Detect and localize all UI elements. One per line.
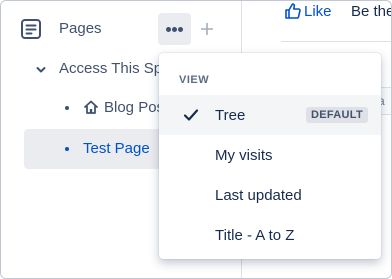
document-lines-icon bbox=[20, 18, 42, 40]
like-label: Like bbox=[304, 3, 332, 20]
menu-section-header: VIEW bbox=[179, 74, 210, 86]
more-horizontal-icon bbox=[166, 27, 171, 32]
like-info-text: Be the bbox=[351, 3, 392, 20]
tree-item-label: Test Page bbox=[83, 140, 150, 157]
pages-header: Pages bbox=[1, 11, 241, 47]
menu-item-label: Last updated bbox=[215, 187, 302, 204]
more-dot bbox=[172, 27, 177, 32]
view-dropdown-menu: VIEW Tree DEFAULT My visits Last updated… bbox=[159, 53, 381, 259]
bullet bbox=[65, 147, 69, 151]
more-actions-button[interactable] bbox=[158, 13, 191, 45]
menu-item-title-a-z[interactable]: Title - A to Z bbox=[159, 215, 381, 255]
tree-item-label: Access This Spa bbox=[59, 60, 171, 77]
menu-item-label: My visits bbox=[215, 147, 273, 164]
check-icon bbox=[183, 107, 199, 123]
plus-icon bbox=[201, 23, 213, 35]
home-icon bbox=[83, 99, 99, 115]
add-page-button[interactable] bbox=[197, 13, 217, 45]
thumbs-up-icon bbox=[284, 2, 302, 20]
menu-item-my-visits[interactable]: My visits bbox=[159, 135, 381, 175]
menu-item-label: Tree bbox=[215, 107, 246, 124]
more-dot bbox=[178, 27, 183, 32]
chevron-down-icon[interactable] bbox=[35, 63, 47, 75]
tree-item-label: Blog Pos bbox=[104, 99, 165, 116]
app-frame: Pages Access This Spa Blog Pos Test Page… bbox=[0, 0, 392, 279]
menu-item-label: Title - A to Z bbox=[215, 227, 295, 244]
pages-label[interactable]: Pages bbox=[59, 20, 102, 37]
content-divider bbox=[281, 41, 391, 42]
menu-item-last-updated[interactable]: Last updated bbox=[159, 175, 381, 215]
default-badge: DEFAULT bbox=[306, 107, 369, 123]
menu-item-tree[interactable]: Tree DEFAULT bbox=[159, 95, 381, 135]
bullet bbox=[65, 106, 69, 110]
